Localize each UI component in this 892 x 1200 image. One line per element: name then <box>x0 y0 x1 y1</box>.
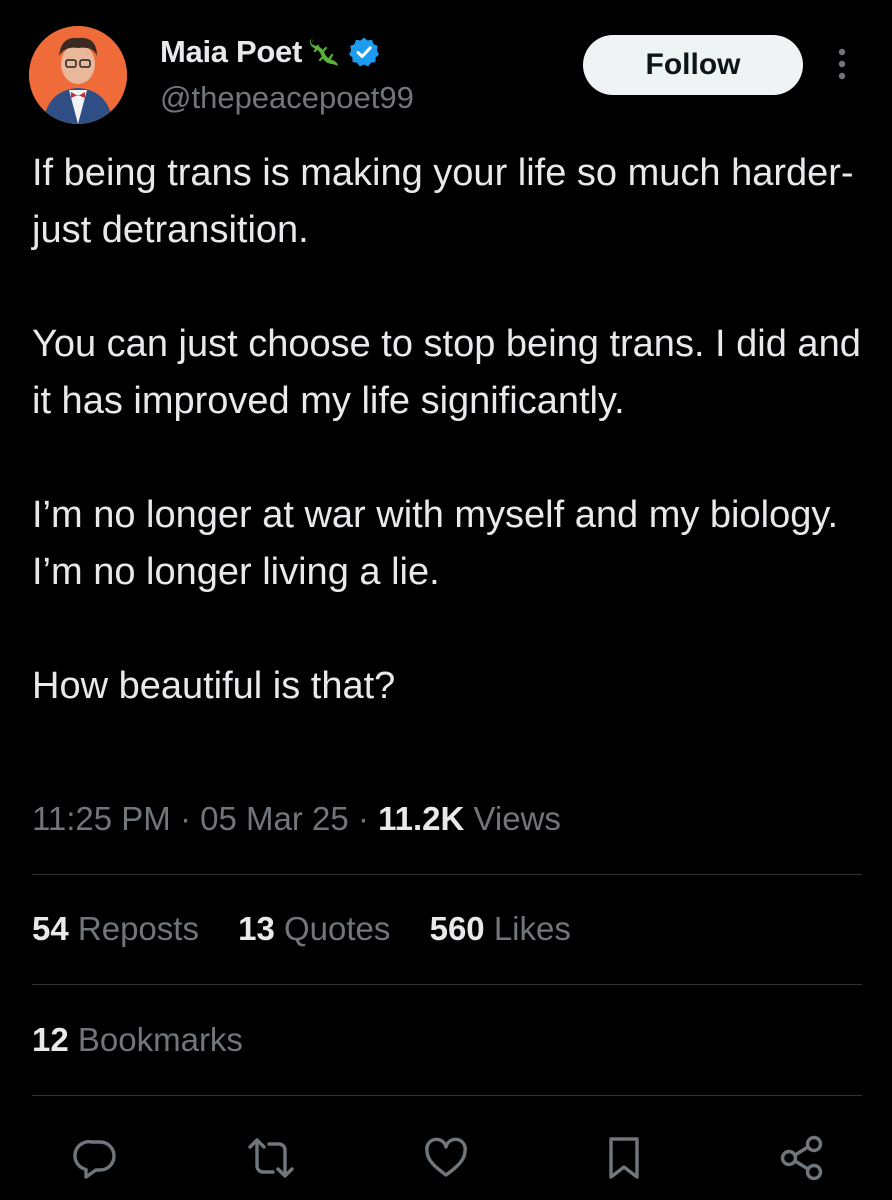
action-bar <box>0 1120 892 1190</box>
bookmark-icon[interactable] <box>594 1128 654 1188</box>
quotes-label: Quotes <box>274 910 391 947</box>
author-name-row: Maia Poet <box>160 32 380 72</box>
views-count: 11.2K <box>378 800 465 837</box>
bookmarks-stat[interactable]: 12 Bookmarks <box>32 1021 243 1059</box>
avatar[interactable] <box>29 26 127 124</box>
bookmarks-label: Bookmarks <box>68 1021 243 1058</box>
reposts-count: 54 <box>32 910 69 947</box>
reposts-label: Reposts <box>68 910 199 947</box>
repost-icon[interactable] <box>241 1128 301 1188</box>
quotes-stat[interactable]: 13 Quotes <box>238 910 390 947</box>
follow-button[interactable]: Follow <box>583 35 803 95</box>
verified-badge-icon <box>348 36 380 68</box>
divider <box>32 1095 862 1096</box>
divider <box>32 874 862 875</box>
likes-stat[interactable]: 560 Likes <box>430 910 571 947</box>
share-icon[interactable] <box>772 1128 832 1188</box>
more-vertical-icon[interactable] <box>828 44 856 84</box>
tweet-text: If being trans is making your life so mu… <box>32 145 872 715</box>
likes-label: Likes <box>484 910 571 947</box>
avatar-image <box>29 26 127 124</box>
engagement-stats: 54 Reposts 13 Quotes 560 Likes <box>32 910 601 948</box>
tweet-date[interactable]: 05 Mar 25 <box>200 800 349 837</box>
likes-count: 560 <box>429 910 485 947</box>
reply-icon[interactable] <box>66 1128 126 1188</box>
tweet-paragraph: You can just choose to stop being trans.… <box>32 323 861 422</box>
tweet-paragraph: If being trans is making your life so mu… <box>32 152 854 251</box>
bookmarks-count: 12 <box>32 1021 69 1058</box>
divider <box>32 984 862 985</box>
views-label: Views <box>464 800 561 837</box>
like-icon[interactable] <box>416 1128 476 1188</box>
lizard-icon <box>306 34 342 70</box>
meta-separator: · <box>170 800 201 837</box>
reposts-stat[interactable]: 54 Reposts <box>32 910 199 947</box>
tweet-meta: 11:25 PM · 05 Mar 25 · 11.2K Views <box>32 800 561 838</box>
meta-separator: · <box>348 800 379 837</box>
author-display-name[interactable]: Maia Poet <box>160 34 302 70</box>
tweet-paragraph: I’m no longer at war with myself and my … <box>32 494 839 593</box>
quotes-count: 13 <box>238 910 275 947</box>
tweet-time[interactable]: 11:25 PM <box>32 800 171 837</box>
author-handle[interactable]: @thepeacepoet99 <box>160 80 414 116</box>
tweet-header: Maia Poet @thepeacepoet99 Follow <box>0 0 892 130</box>
tweet-paragraph: How beautiful is that? <box>32 665 396 707</box>
